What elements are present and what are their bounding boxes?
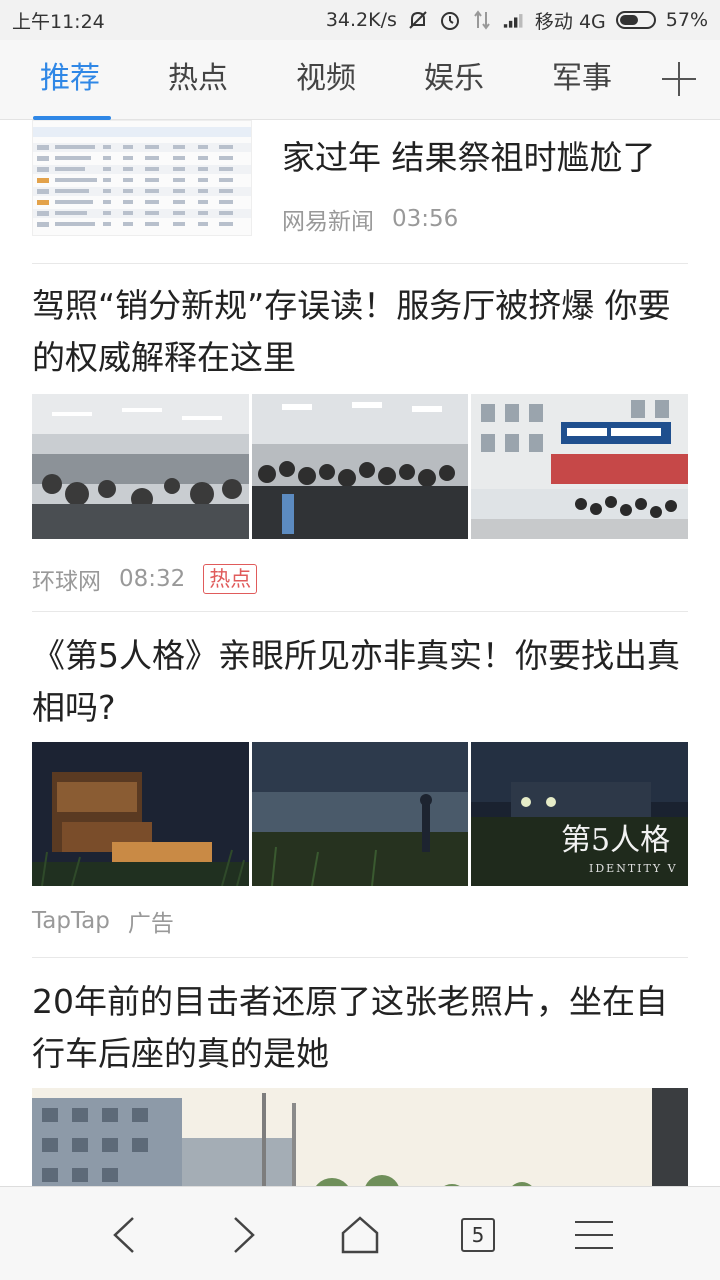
news-thumbnail (32, 120, 252, 236)
carrier-label: 移动 4G (534, 10, 606, 33)
battery-fill (619, 15, 638, 25)
channel-tab-bar: 推荐 热点 视频 娱乐 军事 (0, 40, 720, 120)
tabs-count: 5 (461, 1218, 495, 1252)
news-time: 08:32 (119, 566, 186, 592)
mute-icon (407, 9, 429, 31)
news-title[interactable]: 《第5人格》亲眼所见亦非真实！你要找出真相吗? (32, 630, 688, 734)
network-speed: 34.2K/s (325, 9, 397, 31)
ad-image (252, 742, 468, 886)
news-title[interactable]: 20年前的目击者还原了这张老照片，坐在自行车后座的真的是她 (32, 976, 688, 1080)
divider (32, 957, 688, 958)
status-icons: 34.2K/s 移动 4G 57% (326, 7, 708, 34)
tab-entertainment[interactable]: 娱乐 (424, 40, 484, 120)
menu-lines (575, 1221, 613, 1249)
ad-image: 第5人格 IDENTITY V (471, 742, 688, 886)
battery-icon (615, 11, 656, 29)
battery-percent: 57% (665, 9, 708, 31)
tab-military[interactable]: 军事 (552, 40, 612, 120)
game-logo: 第5人格 (561, 823, 671, 858)
back-icon[interactable] (96, 1207, 152, 1263)
tabs-icon[interactable]: 5 (450, 1207, 506, 1263)
news-meta: 环球网 08:32 热点 (32, 562, 258, 596)
alarm-icon (439, 9, 461, 31)
divider (32, 611, 688, 612)
news-title[interactable]: 驾照“销分新规”存误读！服务厅被挤爆 你要的权威解释在这里 (32, 280, 688, 384)
home-icon[interactable] (332, 1207, 388, 1263)
tab-video[interactable]: 视频 (296, 40, 356, 120)
status-bar: 上午11:24 34.2K/s 移动 4G 57% (0, 0, 720, 40)
news-title[interactable]: 家过年 结果祭祖时尴尬了 (282, 132, 692, 184)
data-arrows-icon (471, 9, 493, 31)
news-time: 03:56 (392, 206, 459, 232)
news-image (32, 1088, 688, 1186)
tab-recommend[interactable]: 推荐 (40, 40, 100, 120)
status-time: 上午11:24 (12, 10, 105, 33)
news-source: 环球网 (32, 569, 101, 595)
hot-badge: 热点 (203, 564, 258, 594)
add-channel-icon[interactable] (658, 58, 700, 100)
news-feed[interactable]: 家过年 结果祭祖时尴尬了 网易新闻 03:56 驾照“销分新规”存误读！服务厅被… (0, 120, 720, 1186)
ad-tag: 广告 (127, 911, 174, 937)
ad-source: TapTap (32, 908, 110, 934)
tab-hot[interactable]: 热点 (168, 40, 228, 120)
ad-meta: TapTap 广告 (32, 904, 174, 938)
game-logo-subtitle: IDENTITY V (589, 862, 678, 875)
signal-icon (503, 9, 525, 31)
divider (32, 263, 688, 264)
news-image (252, 394, 468, 539)
news-source: 网易新闻 (282, 209, 374, 235)
ad-image (32, 742, 249, 886)
news-image (32, 394, 249, 539)
news-image (471, 394, 688, 539)
forward-icon[interactable] (216, 1207, 272, 1263)
bottom-nav: 5 (0, 1186, 720, 1280)
menu-icon[interactable] (566, 1207, 622, 1263)
news-meta: 网易新闻 03:56 (282, 202, 458, 236)
